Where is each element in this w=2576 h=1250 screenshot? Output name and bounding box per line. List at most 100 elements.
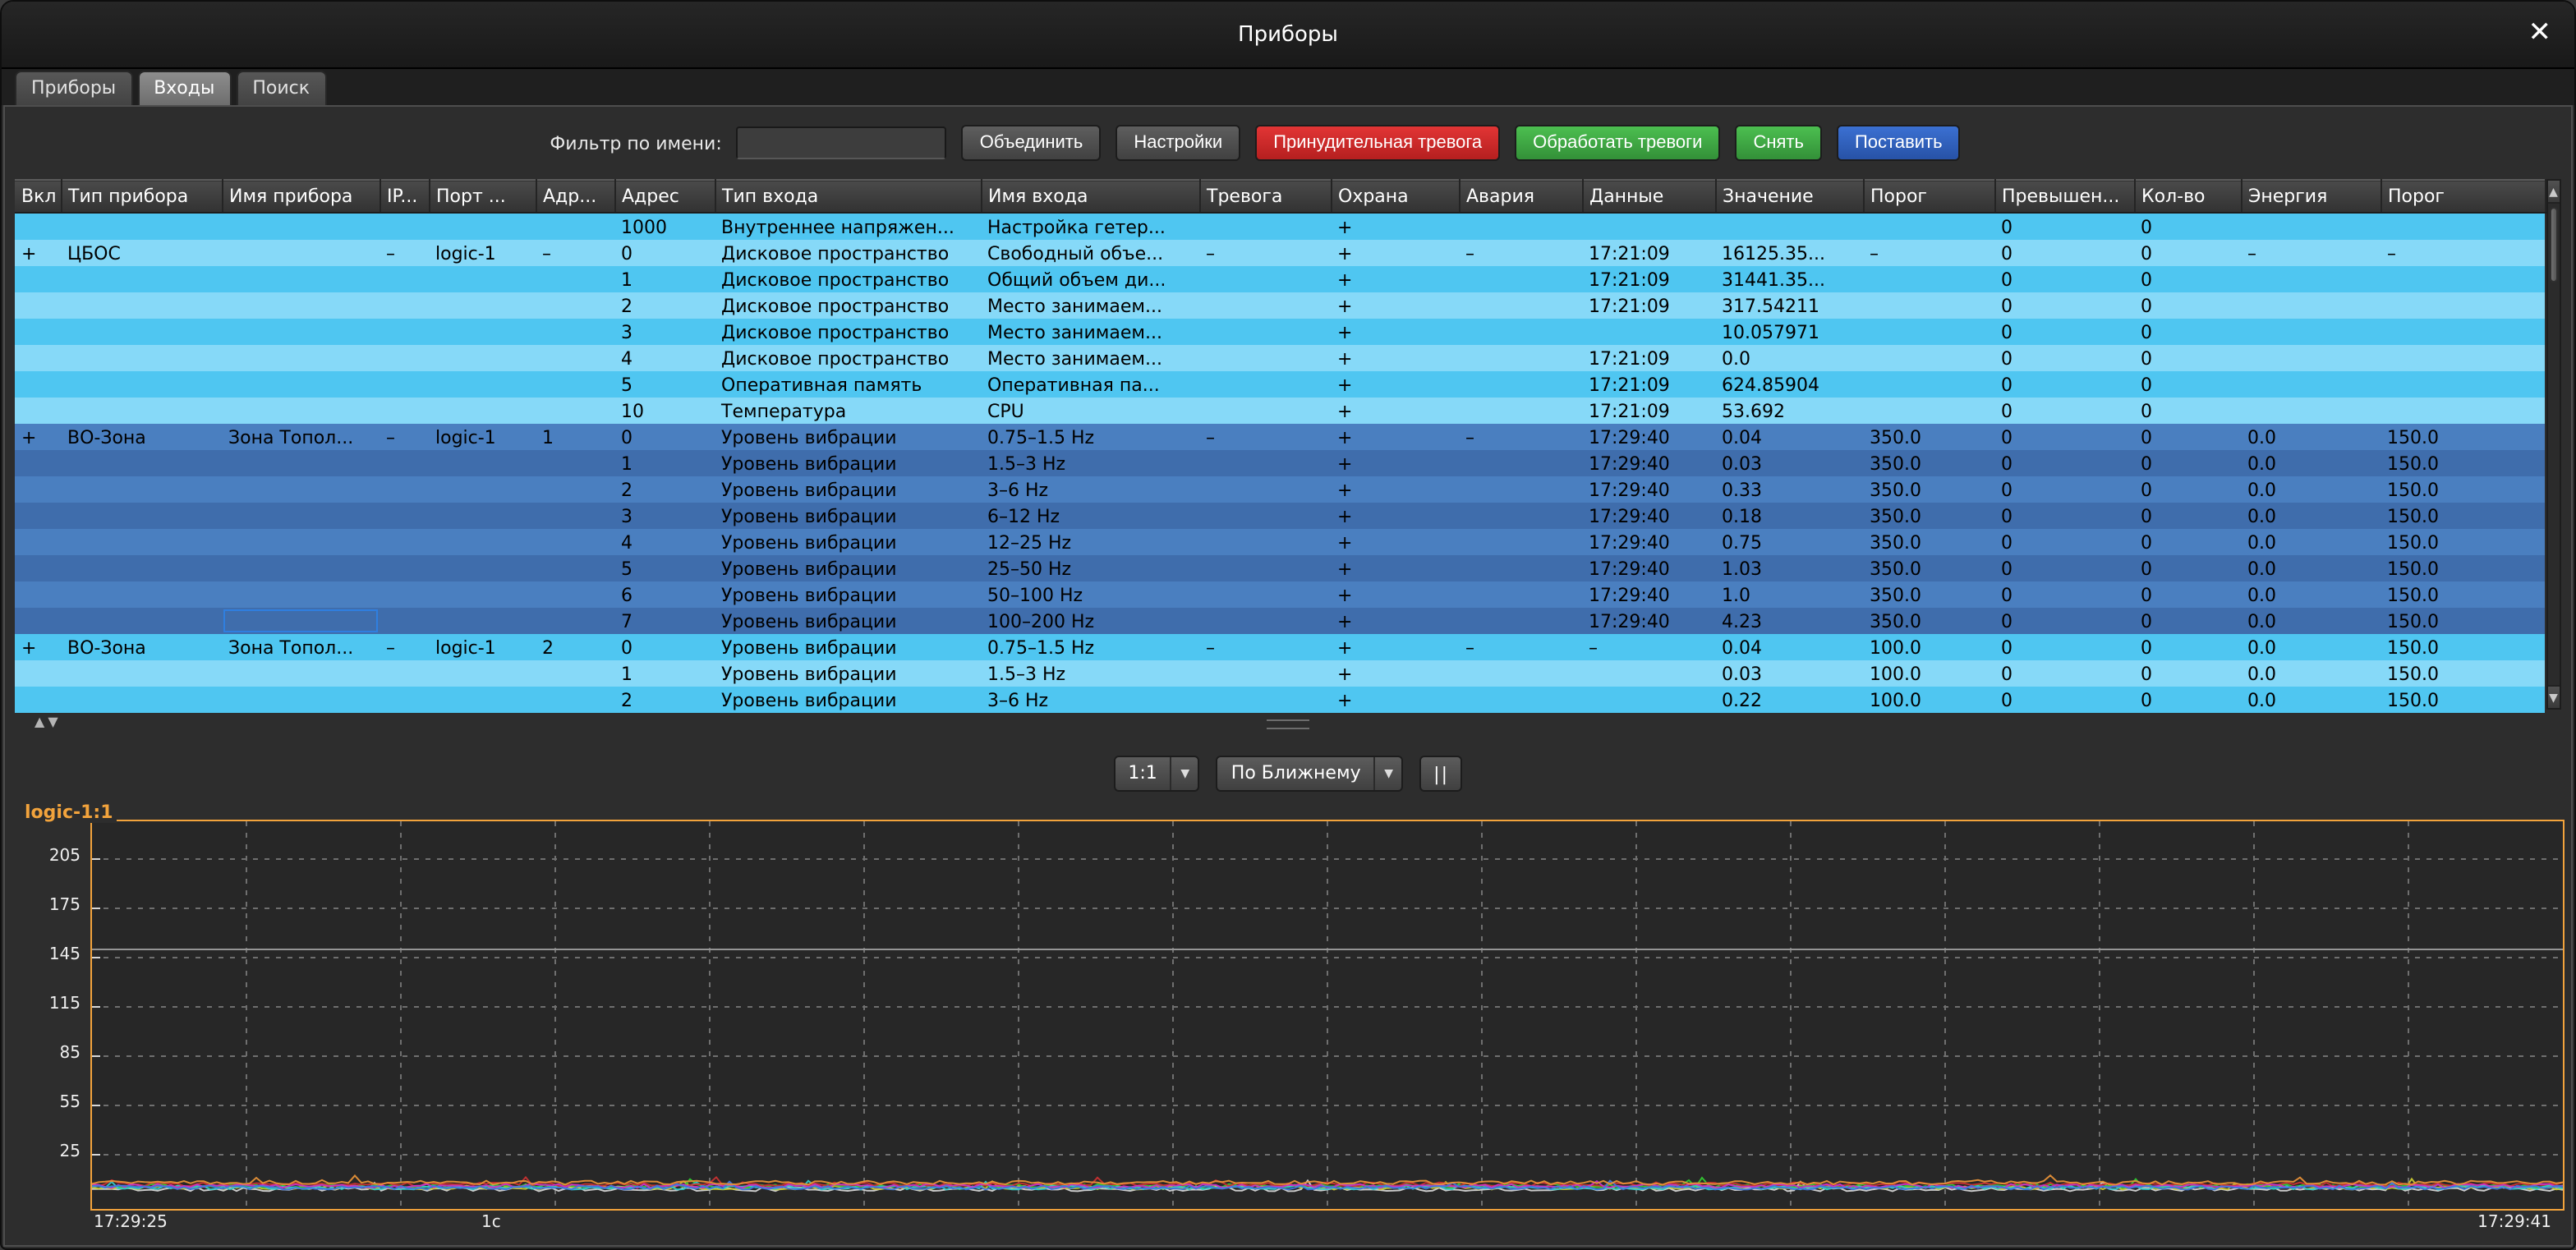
table-cell[interactable] (2380, 398, 2545, 424)
table-cell[interactable] (1459, 345, 1582, 371)
forced-alarm-button[interactable]: Принудительная тревога (1255, 125, 1500, 161)
table-cell[interactable]: 0 (2134, 424, 2241, 450)
table-cell[interactable]: + (15, 240, 61, 266)
table-cell[interactable] (380, 292, 429, 319)
table-cell[interactable]: 150.0 (2380, 555, 2545, 581)
table-cell[interactable]: 5 (614, 371, 715, 398)
table-cell[interactable] (380, 608, 429, 634)
table-cell[interactable]: 350.0 (1863, 424, 1994, 450)
table-cell[interactable]: 1.0 (1715, 581, 1863, 608)
column-header[interactable]: Имя входа (981, 180, 1199, 213)
table-cell[interactable] (429, 345, 536, 371)
table-cell[interactable] (222, 292, 380, 319)
table-cell[interactable] (536, 581, 614, 608)
table-cell[interactable]: 0 (614, 634, 715, 660)
table-cell[interactable]: 0.04 (1715, 424, 1863, 450)
table-cell[interactable]: 150.0 (2380, 450, 2545, 476)
table-cell[interactable] (536, 660, 614, 687)
table-cell[interactable]: 0.03 (1715, 660, 1863, 687)
table-cell[interactable] (2241, 345, 2380, 371)
table-cell[interactable]: 350.0 (1863, 503, 1994, 529)
table-cell[interactable] (2380, 213, 2545, 240)
table-cell[interactable]: 150.0 (2380, 608, 2545, 634)
column-header[interactable]: Авария (1459, 180, 1582, 213)
table-cell[interactable] (1199, 450, 1331, 476)
table-cell[interactable]: + (1331, 424, 1459, 450)
table-cell[interactable]: 17:29:40 (1582, 450, 1715, 476)
table-cell[interactable] (380, 529, 429, 555)
table-cell[interactable] (536, 266, 614, 292)
table-cell[interactable]: – (380, 634, 429, 660)
table-cell[interactable]: – (536, 240, 614, 266)
table-cell[interactable]: 150.0 (2380, 476, 2545, 503)
table-cell[interactable]: 100.0 (1863, 660, 1994, 687)
table-cell[interactable] (429, 319, 536, 345)
table-cell[interactable] (1199, 503, 1331, 529)
vertical-scrollbar[interactable]: ▲ ▼ (2546, 179, 2561, 710)
table-cell[interactable]: + (1331, 503, 1459, 529)
table-cell[interactable] (1459, 371, 1582, 398)
table-cell[interactable] (380, 398, 429, 424)
table-cell[interactable]: Уровень вибрации (715, 424, 981, 450)
table-cell[interactable] (61, 529, 222, 555)
table-cell[interactable]: 1 (614, 450, 715, 476)
table-cell[interactable]: + (1331, 555, 1459, 581)
table-cell[interactable]: + (1331, 581, 1459, 608)
table-cell[interactable]: ВО-Зона (61, 634, 222, 660)
table-cell[interactable] (1199, 608, 1331, 634)
table-row[interactable]: 1000Внутреннее напряжен...Настройка гете… (15, 213, 2545, 240)
table-cell[interactable]: 150.0 (2380, 660, 2545, 687)
table-cell[interactable]: 1000 (614, 213, 715, 240)
table-cell[interactable]: 3–6 Hz (981, 476, 1199, 503)
table-row[interactable]: 5Оперативная памятьОперативная па...+17:… (15, 371, 2545, 398)
table-cell[interactable]: Уровень вибрации (715, 634, 981, 660)
table-cell[interactable]: 0 (2134, 660, 2241, 687)
table-cell[interactable]: 1.03 (1715, 555, 1863, 581)
table-cell[interactable]: ЦБОС (61, 240, 222, 266)
table-cell[interactable] (61, 503, 222, 529)
table-cell[interactable] (1863, 345, 1994, 371)
table-cell[interactable]: logic-1 (429, 424, 536, 450)
table-cell[interactable]: Уровень вибрации (715, 660, 981, 687)
table-cell[interactable] (536, 398, 614, 424)
table-cell[interactable] (1582, 660, 1715, 687)
table-cell[interactable] (2241, 292, 2380, 319)
table-cell[interactable]: 0.18 (1715, 503, 1863, 529)
table-cell[interactable]: – (1459, 424, 1582, 450)
column-header[interactable]: Адрес (614, 180, 715, 213)
table-cell[interactable] (61, 581, 222, 608)
table-cell[interactable]: 6 (614, 581, 715, 608)
pause-button[interactable]: || (1420, 756, 1463, 792)
table-cell[interactable]: 0.33 (1715, 476, 1863, 503)
table-cell[interactable]: 100.0 (1863, 634, 1994, 660)
table-cell[interactable]: 350.0 (1863, 476, 1994, 503)
table-cell[interactable]: 25–50 Hz (981, 555, 1199, 581)
filter-input[interactable] (737, 126, 947, 159)
table-cell[interactable] (2380, 266, 2545, 292)
table-cell[interactable] (1459, 213, 1582, 240)
table-cell[interactable] (15, 555, 61, 581)
table-cell[interactable] (429, 213, 536, 240)
column-header[interactable]: Превышен... (1994, 180, 2134, 213)
table-cell[interactable] (1863, 319, 1994, 345)
table-cell[interactable] (61, 398, 222, 424)
table-cell[interactable]: + (1331, 529, 1459, 555)
table-cell[interactable]: 0 (2134, 213, 2241, 240)
table-cell[interactable]: 0.75–1.5 Hz (981, 634, 1199, 660)
table-cell[interactable]: Оперативная память (715, 371, 981, 398)
tab-inputs[interactable]: Входы (137, 71, 231, 105)
table-cell[interactable] (1582, 213, 1715, 240)
table-cell[interactable]: logic-1 (429, 634, 536, 660)
table-cell[interactable]: + (1331, 476, 1459, 503)
splitter-grip-icon[interactable] (1267, 719, 1309, 729)
table-cell[interactable]: 0.75 (1715, 529, 1863, 555)
table-cell[interactable] (1199, 319, 1331, 345)
table-cell[interactable]: 5 (614, 555, 715, 581)
table-cell[interactable]: Уровень вибрации (715, 476, 981, 503)
table-cell[interactable]: 0.0 (2241, 581, 2380, 608)
table-cell[interactable]: 0 (2134, 371, 2241, 398)
table-cell[interactable] (222, 555, 380, 581)
table-cell[interactable] (1459, 319, 1582, 345)
table-cell[interactable]: + (1331, 398, 1459, 424)
table-cell[interactable] (15, 450, 61, 476)
